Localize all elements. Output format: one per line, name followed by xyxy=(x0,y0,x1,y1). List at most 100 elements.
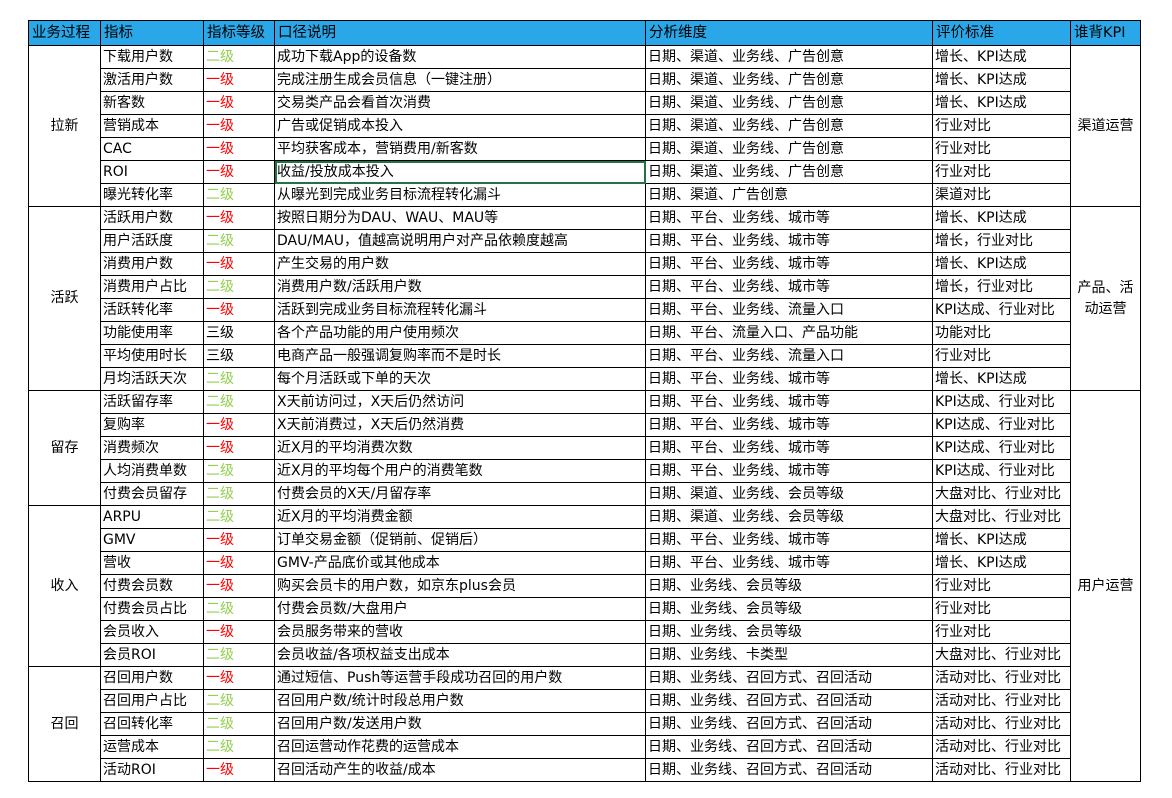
metric-cell[interactable]: 消费用户占比 xyxy=(100,275,204,299)
level-cell[interactable]: 二级 xyxy=(203,459,275,483)
standard-cell[interactable]: KPI达成、行业对比 xyxy=(932,413,1071,437)
description-cell[interactable]: 完成注册生成会员信息（一键注册） xyxy=(274,68,646,92)
level-cell[interactable]: 三级 xyxy=(203,321,275,345)
dimensions-cell[interactable]: 日期、平台、业务线、城市等 xyxy=(645,436,933,460)
description-cell[interactable]: 会员收益/各项权益支出成本 xyxy=(274,643,646,667)
standard-cell[interactable]: 增长，行业对比 xyxy=(932,229,1071,253)
kpi-owner-cell[interactable]: 渠道运营 xyxy=(1070,45,1141,207)
metric-cell[interactable]: 活跃留存率 xyxy=(100,390,204,414)
header-description[interactable]: 口径说明 xyxy=(274,20,646,46)
metric-cell[interactable]: 平均使用时长 xyxy=(100,344,204,368)
header-level[interactable]: 指标等级 xyxy=(203,20,275,46)
metric-cell[interactable]: 新客数 xyxy=(100,91,204,115)
metric-cell[interactable]: 功能使用率 xyxy=(100,321,204,345)
metric-cell[interactable]: 下载用户数 xyxy=(100,45,204,69)
level-cell[interactable]: 二级 xyxy=(203,390,275,414)
standard-cell[interactable]: KPI达成、行业对比 xyxy=(932,390,1071,414)
description-cell[interactable]: 近X月的平均消费次数 xyxy=(274,436,646,460)
metric-cell[interactable]: ROI xyxy=(100,160,204,184)
description-cell[interactable]: DAU/MAU，值越高说明用户对产品依赖度越高 xyxy=(274,229,646,253)
level-cell[interactable]: 二级 xyxy=(203,367,275,391)
dimensions-cell[interactable]: 日期、平台、业务线、城市等 xyxy=(645,528,933,552)
level-cell[interactable]: 二级 xyxy=(203,689,275,713)
dimensions-cell[interactable]: 日期、平台、业务线、城市等 xyxy=(645,367,933,391)
level-cell[interactable]: 一级 xyxy=(203,252,275,276)
metric-cell[interactable]: 召回转化率 xyxy=(100,712,204,736)
standard-cell[interactable]: KPI达成、行业对比 xyxy=(932,298,1071,322)
header-process[interactable]: 业务过程 xyxy=(28,20,101,46)
description-cell[interactable]: 按照日期分为DAU、WAU、MAU等 xyxy=(274,206,646,230)
level-cell[interactable]: 二级 xyxy=(203,505,275,529)
description-cell[interactable]: 购买会员卡的用户数，如京东plus会员 xyxy=(274,574,646,598)
level-cell[interactable]: 二级 xyxy=(203,229,275,253)
level-cell[interactable]: 一级 xyxy=(203,413,275,437)
level-cell[interactable]: 一级 xyxy=(203,551,275,575)
metric-cell[interactable]: 消费频次 xyxy=(100,436,204,460)
dimensions-cell[interactable]: 日期、渠道、广告创意 xyxy=(645,183,933,207)
dimensions-cell[interactable]: 日期、平台、业务线、城市等 xyxy=(645,390,933,414)
description-cell[interactable]: 召回活动产生的收益/成本 xyxy=(274,758,646,782)
description-cell[interactable]: 召回用户数/发送用户数 xyxy=(274,712,646,736)
standard-cell[interactable]: 行业对比 xyxy=(932,137,1071,161)
metric-cell[interactable]: 营销成本 xyxy=(100,114,204,138)
dimensions-cell[interactable]: 日期、业务线、会员等级 xyxy=(645,597,933,621)
standard-cell[interactable]: 活动对比、行业对比 xyxy=(932,735,1071,759)
metric-cell[interactable]: 付费会员留存 xyxy=(100,482,204,506)
metric-cell[interactable]: 召回用户占比 xyxy=(100,689,204,713)
level-cell[interactable]: 一级 xyxy=(203,574,275,598)
dimensions-cell[interactable]: 日期、渠道、业务线、广告创意 xyxy=(645,45,933,69)
kpi-owner-cell[interactable]: 产品、活动运营 xyxy=(1070,206,1141,391)
standard-cell[interactable]: 活动对比、行业对比 xyxy=(932,689,1071,713)
description-cell[interactable]: GMV-产品底价或其他成本 xyxy=(274,551,646,575)
description-cell[interactable]: 交易类产品会看首次消费 xyxy=(274,91,646,115)
description-cell[interactable]: 成功下载App的设备数 xyxy=(274,45,646,69)
level-cell[interactable]: 一级 xyxy=(203,206,275,230)
description-cell[interactable]: 付费会员数/大盘用户 xyxy=(274,597,646,621)
metric-cell[interactable]: 曝光转化率 xyxy=(100,183,204,207)
level-cell[interactable]: 一级 xyxy=(203,298,275,322)
description-cell[interactable]: 近X月的平均消费金额 xyxy=(274,505,646,529)
metric-cell[interactable]: 付费会员数 xyxy=(100,574,204,598)
dimensions-cell[interactable]: 日期、平台、流量入口、产品功能 xyxy=(645,321,933,345)
description-cell[interactable]: X天前消费过，X天后仍然消费 xyxy=(274,413,646,437)
level-cell[interactable]: 三级 xyxy=(203,344,275,368)
dimensions-cell[interactable]: 日期、业务线、召回方式、召回活动 xyxy=(645,712,933,736)
dimensions-cell[interactable]: 日期、业务线、会员等级 xyxy=(645,574,933,598)
description-cell[interactable]: 会员服务带来的营收 xyxy=(274,620,646,644)
standard-cell[interactable]: 增长、KPI达成 xyxy=(932,367,1071,391)
level-cell[interactable]: 二级 xyxy=(203,735,275,759)
level-cell[interactable]: 二级 xyxy=(203,45,275,69)
description-cell[interactable]: 付费会员的X天/月留存率 xyxy=(274,482,646,506)
dimensions-cell[interactable]: 日期、平台、业务线、城市等 xyxy=(645,413,933,437)
standard-cell[interactable]: 渠道对比 xyxy=(932,183,1071,207)
dimensions-cell[interactable]: 日期、平台、业务线、城市等 xyxy=(645,252,933,276)
description-cell[interactable]: 召回运营动作花费的运营成本 xyxy=(274,735,646,759)
header-dimensions[interactable]: 分析维度 xyxy=(645,20,933,46)
metric-cell[interactable]: 营收 xyxy=(100,551,204,575)
description-cell[interactable]: 消费用户数/活跃用户数 xyxy=(274,275,646,299)
standard-cell[interactable]: 行业对比 xyxy=(932,620,1071,644)
metric-cell[interactable]: 激活用户数 xyxy=(100,68,204,92)
standard-cell[interactable]: 行业对比 xyxy=(932,597,1071,621)
dimensions-cell[interactable]: 日期、业务线、召回方式、召回活动 xyxy=(645,689,933,713)
dimensions-cell[interactable]: 日期、业务线、召回方式、召回活动 xyxy=(645,666,933,690)
description-cell[interactable]: 订单交易金额（促销前、促销后） xyxy=(274,528,646,552)
dimensions-cell[interactable]: 日期、业务线、召回方式、召回活动 xyxy=(645,758,933,782)
level-cell[interactable]: 二级 xyxy=(203,643,275,667)
standard-cell[interactable]: 增长、KPI达成 xyxy=(932,252,1071,276)
kpi-owner-cell[interactable]: 用户运营 xyxy=(1070,390,1141,782)
level-cell[interactable]: 一级 xyxy=(203,758,275,782)
level-cell[interactable]: 二级 xyxy=(203,597,275,621)
metric-cell[interactable]: 付费会员占比 xyxy=(100,597,204,621)
metric-cell[interactable]: 召回用户数 xyxy=(100,666,204,690)
metric-cell[interactable]: CAC xyxy=(100,137,204,161)
level-cell[interactable]: 二级 xyxy=(203,482,275,506)
standard-cell[interactable]: 功能对比 xyxy=(932,321,1071,345)
level-cell[interactable]: 一级 xyxy=(203,620,275,644)
standard-cell[interactable]: 增长、KPI达成 xyxy=(932,45,1071,69)
header-metric[interactable]: 指标 xyxy=(100,20,204,46)
standard-cell[interactable]: 行业对比 xyxy=(932,344,1071,368)
metric-cell[interactable]: ARPU xyxy=(100,505,204,529)
standard-cell[interactable]: 增长、KPI达成 xyxy=(932,551,1071,575)
description-cell[interactable]: 收益/投放成本投入 xyxy=(274,160,646,184)
